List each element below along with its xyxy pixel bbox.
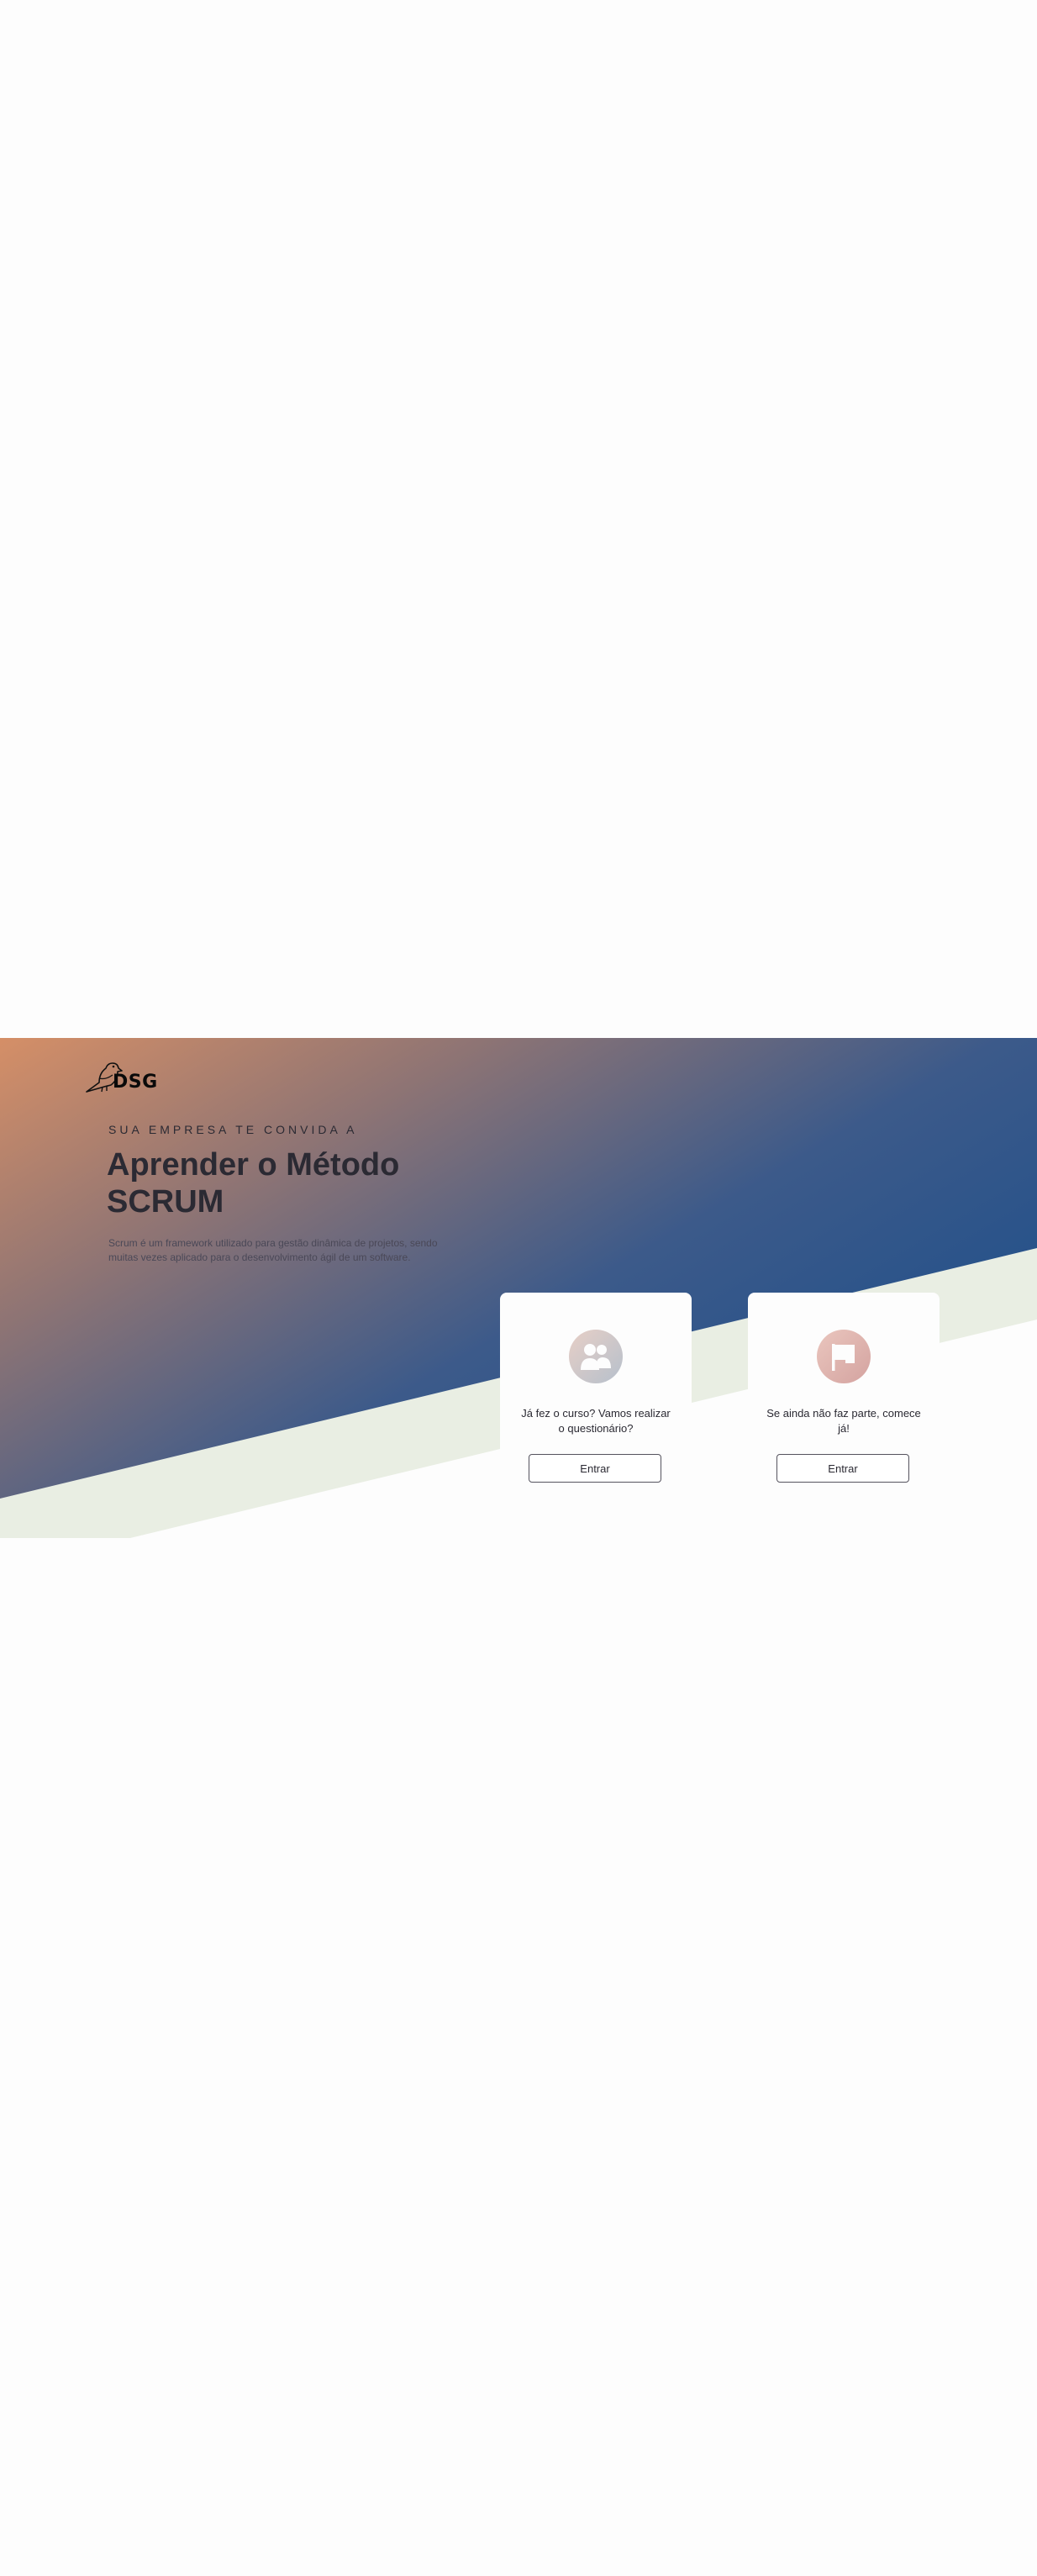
page-title: Aprender o Método SCRUM bbox=[107, 1146, 476, 1220]
page-title-line2: SCRUM bbox=[107, 1184, 224, 1220]
quiz-enter-button[interactable]: Entrar bbox=[529, 1454, 661, 1483]
page-title-line1: Aprender o Método bbox=[107, 1147, 400, 1183]
signup-enter-button[interactable]: Entrar bbox=[776, 1454, 909, 1483]
signup-card-text: Se ainda não faz parte, comece já! bbox=[766, 1407, 921, 1435]
hero-eyebrow: SUA EMPRESA TE CONVIDA A bbox=[108, 1123, 358, 1136]
signup-card: Se ainda não faz parte, comece já! Entra… bbox=[748, 1293, 940, 1553]
logo-text: DSG bbox=[113, 1072, 158, 1093]
flag-icon bbox=[817, 1330, 871, 1383]
quiz-card: Já fez o curso? Vamos realizar o questio… bbox=[500, 1293, 692, 1553]
users-icon bbox=[569, 1330, 623, 1383]
hero-description: Scrum é um framework utilizado para gest… bbox=[108, 1237, 438, 1263]
quiz-card-text: Já fez o curso? Vamos realizar o questio… bbox=[521, 1407, 671, 1435]
